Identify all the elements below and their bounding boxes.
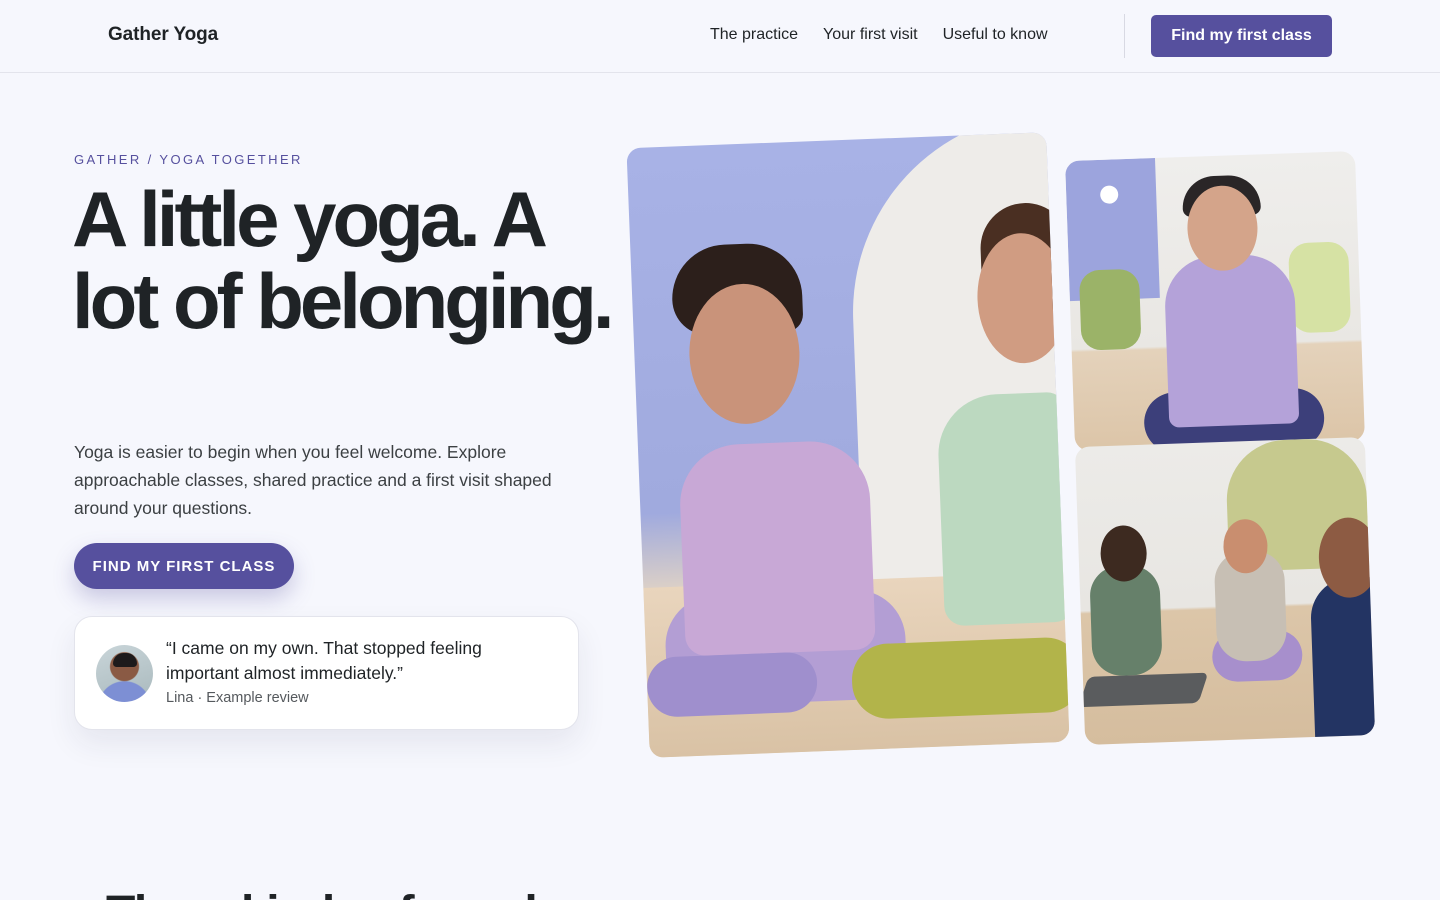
hero-photo-top <box>1065 151 1365 451</box>
review-attribution: Lina · Example review <box>166 690 309 706</box>
nav-link-first-visit[interactable]: Your first visit <box>823 26 918 44</box>
hero-headline: A little yoga. A lot of belonging. <box>72 175 615 345</box>
main-nav: The practice Your first visit Useful to … <box>710 26 1048 44</box>
next-section-heading: Three kinds of good <box>106 886 538 900</box>
hero-find-class-button[interactable]: FIND MY FIRST CLASS <box>74 543 294 589</box>
hero-lede: Yoga is easier to begin when you feel we… <box>74 442 552 518</box>
hero-photo-bottom <box>1074 437 1376 745</box>
nav-link-practice[interactable]: The practice <box>710 26 798 44</box>
hero-eyebrow: GATHER / YOGA TOGETHER <box>74 152 303 167</box>
site-header: Gather Yoga The practice Your first visi… <box>0 0 1440 73</box>
review-card: “I came on my own. That stopped feeling … <box>74 616 579 730</box>
reviewer-avatar <box>96 645 153 702</box>
nav-link-useful[interactable]: Useful to know <box>943 26 1048 44</box>
header-find-class-button[interactable]: Find my first class <box>1151 15 1332 57</box>
nav-divider <box>1124 14 1125 58</box>
review-quote: “I came on my own. That stopped feeling … <box>166 638 482 683</box>
brand-logo[interactable]: Gather Yoga <box>108 24 218 46</box>
hero-photo-main <box>626 132 1070 758</box>
